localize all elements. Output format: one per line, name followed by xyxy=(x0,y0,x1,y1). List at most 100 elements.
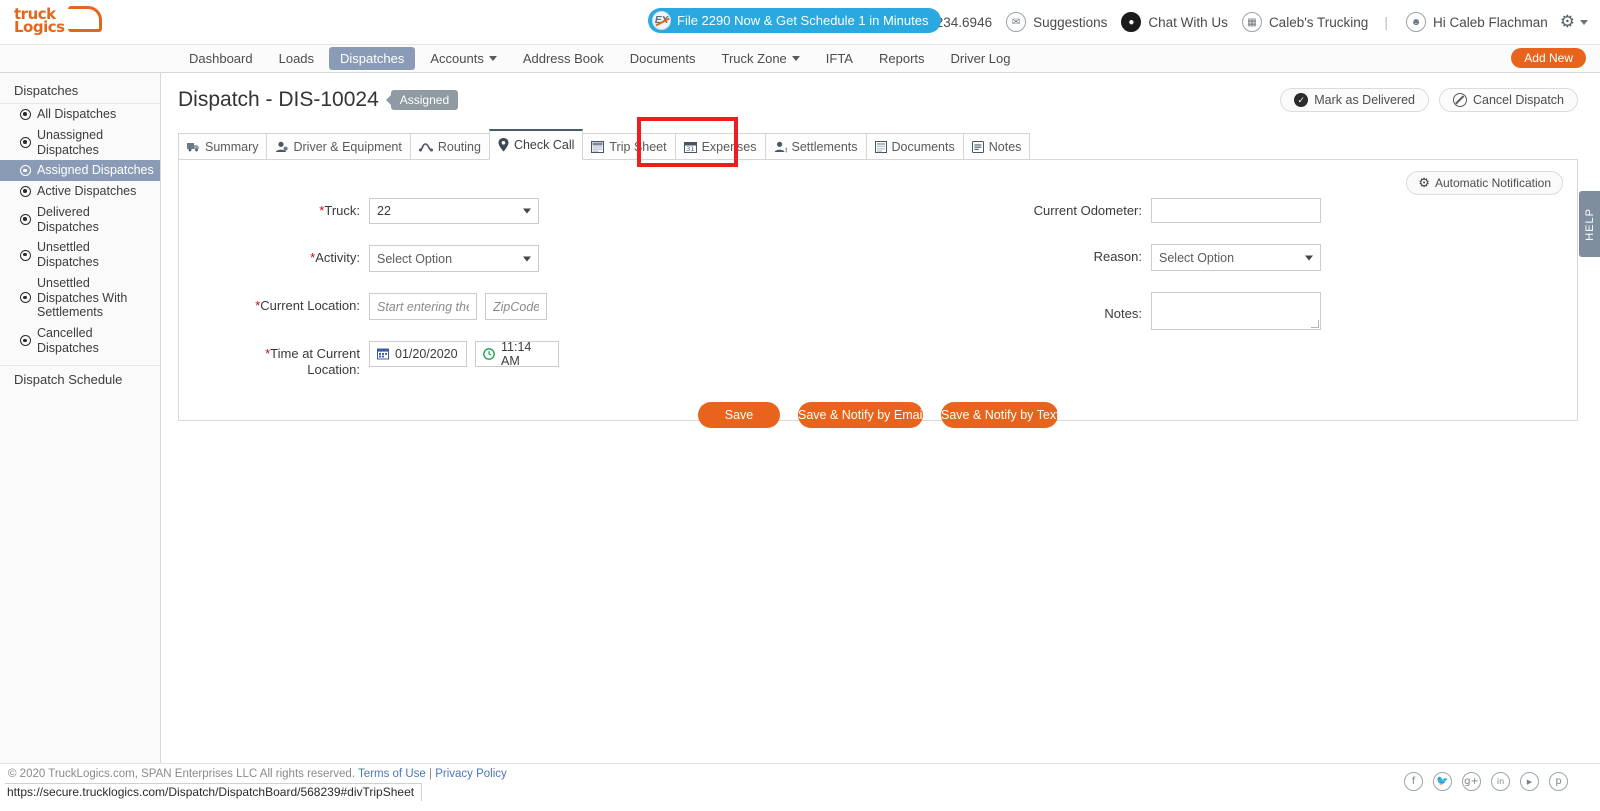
check-call-panel: ⚙ Automatic Notification *Truck: 22 *Act… xyxy=(178,159,1578,428)
chevron-down-icon xyxy=(791,56,800,61)
nav-item-dispatches[interactable]: Dispatches xyxy=(329,47,416,70)
tab-check-call[interactable]: Check Call xyxy=(488,129,584,160)
privacy-policy-link[interactable]: Privacy Policy xyxy=(435,768,507,780)
form-left-column: *Truck: 22 *Activity: Select Option *Cur… xyxy=(179,198,878,400)
sidebar-item-all-dispatches[interactable]: All Dispatches xyxy=(0,104,160,125)
sidebar-item-active-dispatches[interactable]: Active Dispatches xyxy=(0,181,160,202)
mark-as-delivered-button[interactable]: ✓ Mark as Delivered xyxy=(1280,88,1429,112)
check-call-form: *Truck: 22 *Activity: Select Option *Cur… xyxy=(179,160,1577,400)
tab-label: Settlements xyxy=(791,139,858,154)
footer-divider: | xyxy=(428,768,432,780)
nav-item-address-book[interactable]: Address Book xyxy=(512,47,615,70)
sidebar-item-unassigned-dispatches[interactable]: Unassigned Dispatches xyxy=(0,125,160,161)
sidebar-item-label: All Dispatches xyxy=(37,107,117,121)
current-location-zip-input[interactable] xyxy=(485,293,547,320)
linkedin-icon[interactable]: in xyxy=(1491,772,1510,791)
date-picker-input[interactable]: 01/20/2020 xyxy=(369,341,467,367)
date-value: 01/20/2020 xyxy=(395,347,458,361)
page-body: Dispatches All Dispatches Unassigned Dis… xyxy=(0,73,1600,763)
suggestions-link[interactable]: ✉ Suggestions xyxy=(1006,12,1107,32)
sidebar-item-delivered-dispatches[interactable]: Delivered Dispatches xyxy=(0,202,160,238)
reason-label: Reason: xyxy=(1093,249,1142,264)
save-notify-text-button[interactable]: Save & Notify by Text xyxy=(941,401,1060,428)
nav-item-truck-zone[interactable]: Truck Zone xyxy=(711,47,811,70)
tab-label: Routing xyxy=(437,139,481,154)
route-icon xyxy=(418,141,433,152)
nav-item-loads[interactable]: Loads xyxy=(268,47,325,70)
notes-textarea[interactable] xyxy=(1151,292,1321,330)
nav-label: Reports xyxy=(878,51,925,66)
nav-item-reports[interactable]: Reports xyxy=(868,47,936,70)
google-plus-icon[interactable]: g+ xyxy=(1462,772,1481,791)
tab-documents[interactable]: Documents xyxy=(865,133,964,160)
greeting-label: Hi Caleb Flachman xyxy=(1432,14,1548,30)
tab-routing[interactable]: Routing xyxy=(409,133,490,160)
nav-item-driver-log[interactable]: Driver Log xyxy=(940,47,1022,70)
save-notify-email-button[interactable]: Save & Notify by Email xyxy=(798,401,925,428)
nav-item-dashboard[interactable]: Dashboard xyxy=(178,47,264,70)
chat-with-us-link[interactable]: ● Chat With Us xyxy=(1121,12,1228,32)
current-location-address-input[interactable] xyxy=(369,293,477,320)
tab-settlements[interactable]: $ Settlements xyxy=(764,133,867,160)
file-2290-promo-button[interactable]: EX File 2290 Now & Get Schedule 1 in Min… xyxy=(648,8,942,33)
facebook-icon[interactable]: f xyxy=(1404,772,1423,791)
truck-label: *Truck: xyxy=(319,203,360,218)
social-links: f 🐦 g+ in ▶ p xyxy=(1404,772,1568,791)
twitter-icon[interactable]: 🐦 xyxy=(1433,772,1452,791)
time-at-location-control: 01/20/2020 11:14 AM xyxy=(369,340,559,368)
logo-truck-shape xyxy=(68,6,102,32)
field-row-activity: *Activity: Select Option xyxy=(214,245,878,272)
add-new-button[interactable]: Add New xyxy=(1511,48,1586,68)
trucklogics-logo[interactable]: truck Logics xyxy=(14,4,106,40)
page-actions: ✓ Mark as Delivered Cancel Dispatch xyxy=(1280,88,1578,112)
nav-label: Accounts xyxy=(430,51,484,66)
sidebar-item-unsettled-with-settlements[interactable]: Unsettled Dispatches With Settlements xyxy=(0,273,160,323)
nav-label: Driver Log xyxy=(950,51,1011,66)
nav-label: Dispatches xyxy=(340,51,405,66)
user-greeting[interactable]: ☻ Hi Caleb Flachman xyxy=(1405,12,1548,32)
sidebar-item-unsettled-dispatches[interactable]: Unsettled Dispatches xyxy=(0,237,160,273)
tab-notes[interactable]: Notes xyxy=(962,133,1031,160)
file-2290-promo-label: File 2290 Now & Get Schedule 1 in Minute… xyxy=(677,13,929,28)
header-right-actions: ☎ 704.234.6946 ✉ Suggestions ● Chat With… xyxy=(869,12,1600,32)
map-pin-icon xyxy=(498,138,509,152)
help-tab[interactable]: HELP xyxy=(1579,191,1600,257)
activity-select[interactable]: Select Option xyxy=(369,245,539,272)
tab-expenses[interactable]: 31 Expenses xyxy=(674,133,766,160)
youtube-icon[interactable]: ▶ xyxy=(1520,772,1539,791)
building-icon: ▦ xyxy=(1241,12,1262,32)
nav-label: Truck Zone xyxy=(721,51,787,66)
settings-menu[interactable]: ⚙ xyxy=(1560,12,1588,32)
sidebar-item-cancelled-dispatches[interactable]: Cancelled Dispatches xyxy=(0,323,160,359)
clock-icon xyxy=(483,348,495,360)
nav-label: Dashboard xyxy=(189,51,253,66)
terms-of-use-link[interactable]: Terms of Use xyxy=(358,768,426,780)
cancel-dispatch-button[interactable]: Cancel Dispatch xyxy=(1438,88,1578,112)
trip-sheet-icon xyxy=(591,140,605,153)
company-selector[interactable]: ▦ Caleb's Trucking xyxy=(1241,12,1368,32)
svg-text:31: 31 xyxy=(686,145,694,153)
truck-select[interactable]: 22 xyxy=(369,198,539,224)
tab-trip-sheet[interactable]: Trip Sheet xyxy=(582,133,676,160)
chevron-down-icon xyxy=(523,256,531,261)
automatic-notification-button[interactable]: ⚙ Automatic Notification xyxy=(1406,171,1563,195)
nav-item-accounts[interactable]: Accounts xyxy=(419,47,507,70)
time-picker-input[interactable]: 11:14 AM xyxy=(475,340,559,368)
sidebar-item-assigned-dispatches[interactable]: Assigned Dispatches xyxy=(0,160,160,181)
current-location-label: *Current Location: xyxy=(255,298,360,313)
sidebar: Dispatches All Dispatches Unassigned Dis… xyxy=(0,73,161,763)
nav-item-ifta[interactable]: IFTA xyxy=(815,47,864,70)
pinterest-icon[interactable]: p xyxy=(1549,772,1568,791)
settlements-person-icon: $ xyxy=(774,141,787,153)
nav-label: Address Book xyxy=(522,51,604,66)
footer-copyright: © 2020 TruckLogics.com, SPAN Enterprises… xyxy=(8,768,507,780)
nav-items-list: Dashboard Loads Dispatches Accounts Addr… xyxy=(178,47,1025,70)
nav-item-documents[interactable]: Documents xyxy=(619,47,707,70)
current-odometer-input[interactable] xyxy=(1151,198,1321,223)
bullet-icon xyxy=(20,185,31,197)
sidebar-item-dispatch-schedule[interactable]: Dispatch Schedule xyxy=(0,364,160,393)
reason-select[interactable]: Select Option xyxy=(1151,244,1321,271)
tab-driver-equipment[interactable]: Driver & Equipment xyxy=(266,133,411,160)
tab-summary[interactable]: Summary xyxy=(178,133,268,160)
save-button[interactable]: Save xyxy=(698,401,780,428)
